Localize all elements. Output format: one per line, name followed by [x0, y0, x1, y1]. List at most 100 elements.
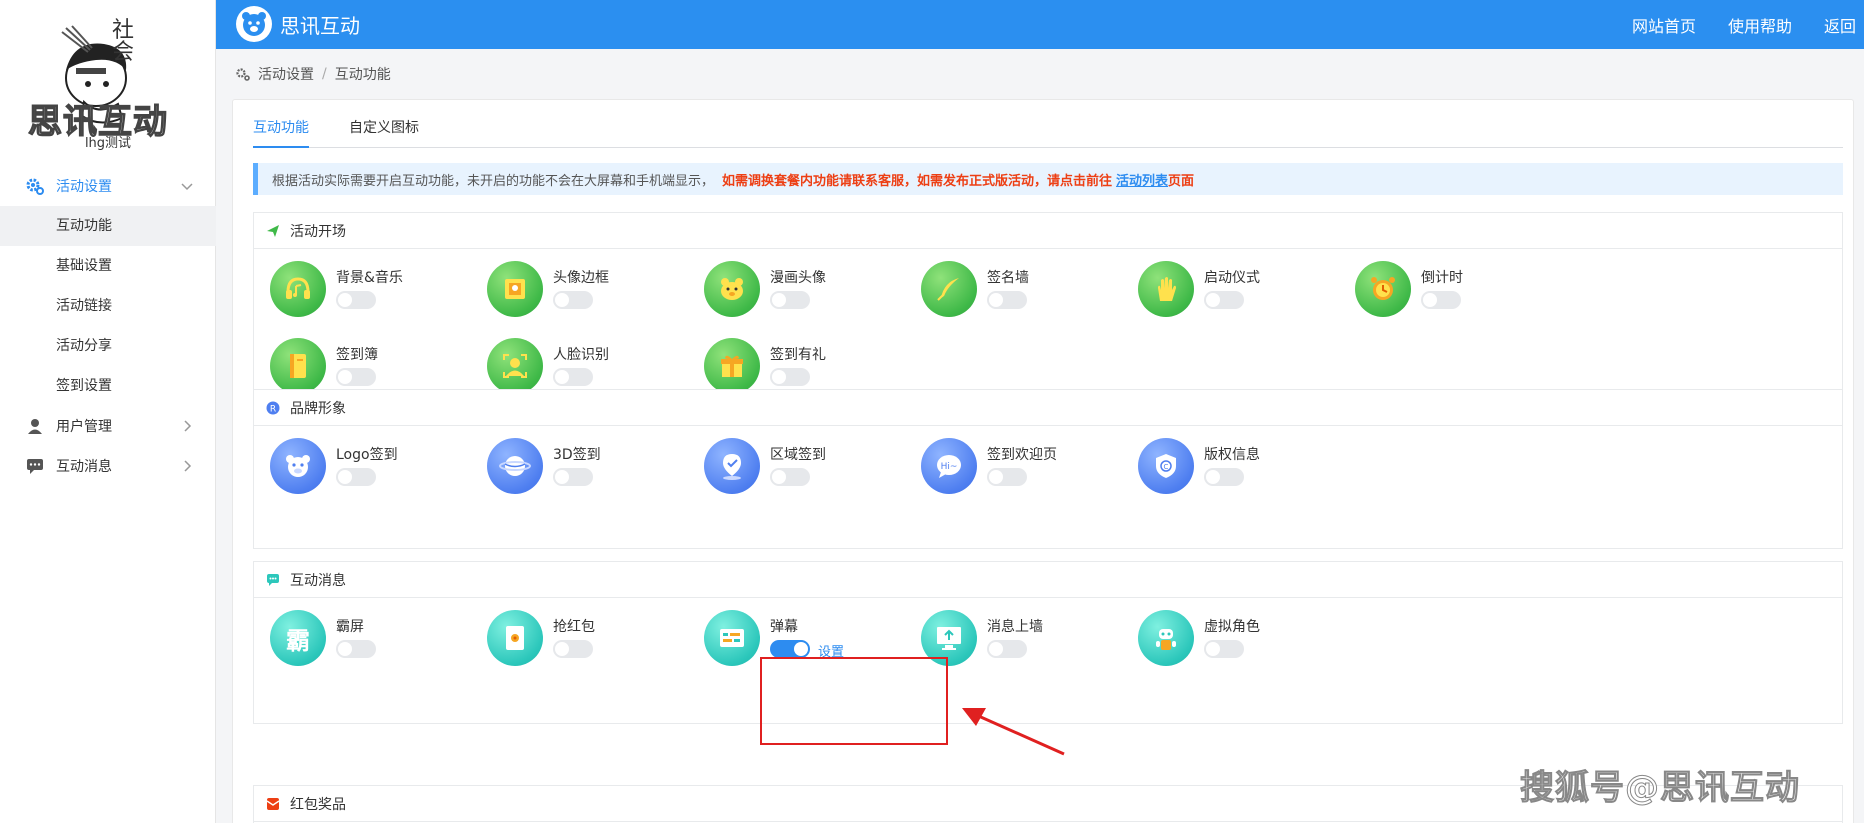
watermark: 搜狐号@思讯互动 — [1520, 768, 1800, 809]
registered-icon: R — [266, 401, 280, 415]
gear-icon — [236, 67, 250, 81]
bear-face-icon — [704, 261, 760, 317]
submenu-activity-link[interactable]: 活动链接 — [0, 286, 216, 326]
feature-toggle[interactable] — [770, 640, 810, 658]
quill-icon — [921, 261, 977, 317]
section-header: R 品牌形象 — [254, 390, 1842, 426]
svg-text:R: R — [270, 404, 276, 414]
tabs: 互动功能 自定义图标 — [253, 116, 1843, 148]
feature-signature-wall: 签名墙 — [905, 257, 1145, 317]
feature-toggle[interactable] — [336, 368, 376, 386]
user-name: lhg测试 — [84, 136, 132, 151]
submenu-basic-settings[interactable]: 基础设置 — [0, 246, 216, 286]
feature-face-recognition: 人脸识别 — [471, 334, 711, 394]
feature-screen-takeover: 霸 霸屏 — [254, 606, 494, 666]
planet-icon — [487, 438, 543, 494]
link-help[interactable]: 使用帮助 — [1728, 13, 1792, 37]
notice-text: 根据活动实际需要开启互动功能，未开启的功能不会在大屏幕和手机端显示， — [272, 173, 715, 189]
feature-name: 签到欢迎页 — [987, 447, 1057, 463]
feature-toggle[interactable] — [553, 640, 593, 658]
feature-logo-checkin: Logo签到 — [254, 434, 494, 494]
feature-launch-ceremony: 启动仪式 — [1122, 257, 1362, 317]
top-bar: 思讯互动 网站首页 使用帮助 返回 — [216, 0, 1864, 49]
shield-copyright-icon: C — [1138, 438, 1194, 494]
chevron-right-icon — [180, 459, 194, 473]
feature-toggle[interactable] — [1204, 468, 1244, 486]
submenu-checkin-settings[interactable]: 签到设置 — [0, 366, 216, 406]
feature-checkin-gift: 签到有礼 — [688, 334, 928, 394]
feature-name: 人脸识别 — [553, 347, 609, 363]
message-icon — [26, 457, 44, 475]
section-header: 互动消息 — [254, 562, 1842, 598]
feature-name: Logo签到 — [336, 447, 398, 463]
tab-custom-icons[interactable]: 自定义图标 — [349, 116, 419, 148]
feature-toggle[interactable] — [1204, 640, 1244, 658]
menu-activity-settings[interactable]: 活动设置 — [0, 166, 216, 206]
feature-3d-checkin: 3D签到 — [471, 434, 711, 494]
red-arrow-icon — [960, 700, 1070, 764]
submenu-interactive-functions[interactable]: 互动功能 — [0, 206, 216, 246]
activity-list-link[interactable]: 活动列表 — [1116, 170, 1168, 189]
takeover-icon: 霸 — [270, 610, 326, 666]
section-title: 品牌形象 — [290, 400, 346, 417]
feature-toggle[interactable] — [770, 291, 810, 309]
highlight-box — [760, 657, 948, 745]
menu-user-management[interactable]: 用户管理 — [0, 406, 216, 446]
feature-name: 消息上墙 — [987, 619, 1043, 635]
bear-logo-icon — [236, 6, 272, 42]
book-icon — [270, 338, 326, 394]
robot-icon — [1138, 610, 1194, 666]
notice-suffix: 页面 — [1168, 173, 1195, 189]
link-back[interactable]: 返回 — [1824, 13, 1856, 37]
feature-copyright: C 版权信息 — [1122, 434, 1362, 494]
notice-bar: 根据活动实际需要开启互动功能，未开启的功能不会在大屏幕和手机端显示， 如需调换套… — [253, 163, 1843, 195]
section-title: 红包奖品 — [290, 796, 346, 813]
feature-toggle[interactable] — [336, 468, 376, 486]
feature-name: 虚拟角色 — [1204, 619, 1260, 635]
feature-toggle[interactable] — [987, 468, 1027, 486]
submenu-activity-share[interactable]: 活动分享 — [0, 326, 216, 366]
headphones-icon — [270, 261, 326, 317]
side-menu: 活动设置 互动功能 基础设置 活动链接 活动分享 签到设置 用户管理 互动消息 — [0, 166, 216, 486]
menu-interactive-messages[interactable]: 互动消息 — [0, 446, 216, 486]
feature-toggle[interactable] — [1421, 291, 1461, 309]
feature-toggle[interactable] — [770, 468, 810, 486]
breadcrumb-item[interactable]: 活动设置 — [258, 64, 314, 84]
menu-label: 互动消息 — [56, 459, 112, 475]
feature-name: 版权信息 — [1204, 447, 1260, 463]
feature-checkin-book: 签到簿 — [254, 334, 494, 394]
red-envelope-icon — [266, 797, 280, 811]
feature-toggle[interactable] — [553, 468, 593, 486]
feature-toggle[interactable] — [336, 291, 376, 309]
mascot-face-icon — [270, 438, 326, 494]
section-brand: R 品牌形象 Logo签到 3D签到 区域签到 Hi~ 签到欢迎页 C 版权信息 — [253, 389, 1843, 549]
feature-toggle[interactable] — [770, 368, 810, 386]
breadcrumb: 活动设置 / 互动功能 — [236, 64, 391, 84]
chat-icon — [266, 573, 280, 587]
feature-name: 签名墙 — [987, 270, 1029, 286]
feature-toggle[interactable] — [1204, 291, 1244, 309]
feature-name: 漫画头像 — [770, 270, 826, 286]
feature-toggle[interactable] — [987, 640, 1027, 658]
tab-interactive-functions[interactable]: 互动功能 — [253, 116, 309, 148]
feature-toggle[interactable] — [553, 291, 593, 309]
feature-toggle[interactable] — [553, 368, 593, 386]
chevron-right-icon — [180, 419, 194, 433]
feature-name: 弹幕 — [770, 619, 798, 635]
section-header: 活动开场 — [254, 213, 1842, 249]
section-title: 活动开场 — [290, 223, 346, 240]
alarm-clock-icon — [1355, 261, 1411, 317]
feature-name: 签到有礼 — [770, 347, 826, 363]
feature-toggle[interactable] — [336, 640, 376, 658]
feature-red-packet: 抢红包 — [471, 606, 711, 666]
feature-name: 抢红包 — [553, 619, 595, 635]
portrait-frame-icon — [487, 261, 543, 317]
paper-plane-icon — [266, 224, 280, 238]
logo-stamp: 社会 — [112, 18, 135, 65]
link-home[interactable]: 网站首页 — [1632, 13, 1696, 37]
feature-name: 启动仪式 — [1204, 270, 1260, 286]
brand-name: 思讯互动 — [280, 13, 360, 38]
hand-icon — [1138, 261, 1194, 317]
feature-toggle[interactable] — [987, 291, 1027, 309]
danmaku-icon — [704, 610, 760, 666]
